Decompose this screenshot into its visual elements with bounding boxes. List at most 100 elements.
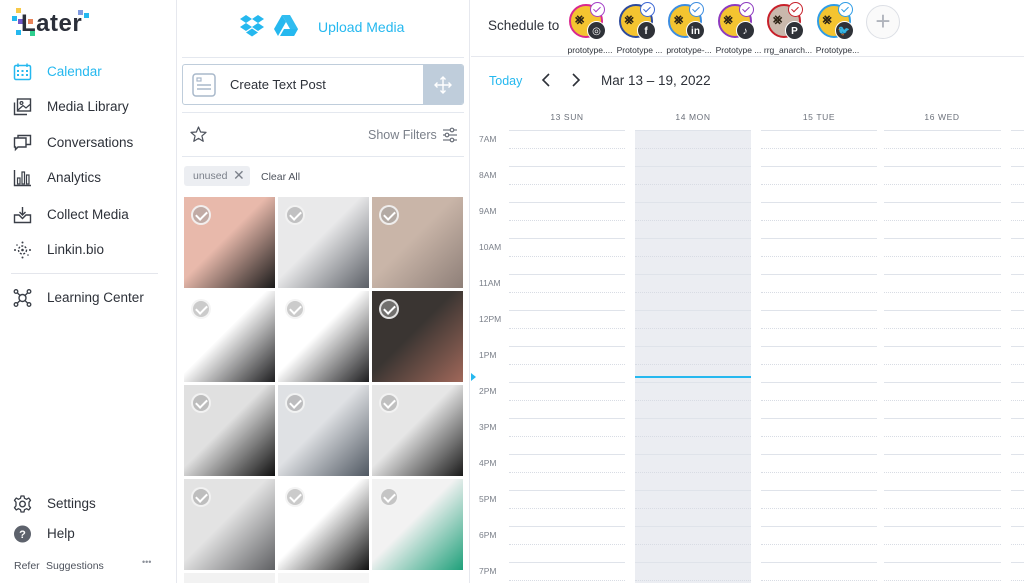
remove-filter-icon[interactable]: ✕ [233, 167, 245, 184]
sidebar-item-linkin-bio[interactable]: Linkin.bio [0, 235, 177, 265]
select-check-icon[interactable] [379, 299, 399, 319]
select-check-icon[interactable] [285, 205, 305, 225]
sidebar-item-label: Media Library [47, 99, 129, 114]
hour-line [761, 130, 877, 131]
avatar-glyph: ⨳ [773, 11, 783, 28]
half-hour-line [1011, 292, 1024, 293]
sidebar-item-label: Conversations [47, 135, 134, 150]
account-linkedin[interactable]: ⨳ in prototype-... [666, 2, 712, 55]
show-filters-button[interactable]: Show Filters [368, 128, 437, 142]
upload-media-button[interactable]: Upload Media [318, 19, 404, 35]
half-hour-line [1011, 220, 1024, 221]
hour-line [509, 526, 625, 527]
select-check-icon[interactable] [379, 205, 399, 225]
facebook-icon: f [636, 21, 656, 40]
suggestions-link[interactable]: Suggestions [46, 560, 104, 572]
filter-sliders-icon[interactable] [442, 127, 458, 143]
create-text-post-button[interactable]: Create Text Post [182, 64, 464, 105]
sidebar-item-conversations[interactable]: Conversations [0, 128, 177, 158]
day-header: 14 MON [675, 112, 711, 122]
hour-line [635, 238, 751, 239]
select-check-icon[interactable] [379, 487, 399, 507]
account-twitter[interactable]: ⨳ 🐦 Prototype... [816, 2, 859, 55]
media-tile[interactable] [278, 385, 369, 476]
account-tiktok[interactable]: ⨳ ♪ Prototype ... [716, 2, 761, 55]
media-tile[interactable] [372, 197, 463, 288]
half-hour-line [761, 472, 877, 473]
half-hour-line [761, 328, 877, 329]
hour-line [509, 418, 625, 419]
today-button[interactable]: Today [489, 74, 522, 88]
half-hour-line [884, 328, 1001, 329]
hour-line [635, 526, 751, 527]
dropbox-icon[interactable] [240, 15, 264, 37]
learning-center-icon [13, 289, 32, 307]
sidebar-item-learning-center[interactable]: Learning Center [0, 283, 177, 313]
media-tile[interactable] [372, 385, 463, 476]
half-hour-line [509, 508, 625, 509]
add-account-button[interactable]: + [866, 5, 900, 39]
half-hour-line [635, 148, 751, 149]
hour-line [635, 490, 751, 491]
media-tile[interactable] [184, 291, 275, 382]
hour-line [884, 274, 1001, 275]
sidebar-item-analytics[interactable]: Analytics [0, 163, 177, 193]
hour-line [884, 310, 1001, 311]
half-hour-line [635, 364, 751, 365]
sidebar-divider [11, 273, 158, 274]
half-hour-line [635, 292, 751, 293]
hour-line [761, 382, 877, 383]
chevron-left-icon[interactable] [541, 73, 551, 87]
drag-handle[interactable] [423, 65, 463, 104]
select-check-icon[interactable] [191, 487, 211, 507]
sidebar-settings[interactable]: Settings [0, 489, 177, 519]
half-hour-line [761, 256, 877, 257]
hour-line [761, 418, 877, 419]
week-grid[interactable]: 7AM 8AM 9AM 10AM 11AM 12PM 1PM 2PM 3PM 4PM 5PM 6PM 7… [471, 130, 1024, 583]
media-tile[interactable] [184, 573, 275, 583]
svg-text:?: ? [19, 529, 26, 541]
refer-link[interactable]: Refer [14, 560, 40, 572]
media-tile[interactable] [184, 479, 275, 570]
select-check-icon[interactable] [379, 393, 399, 413]
hour-line [635, 346, 751, 347]
media-tile[interactable] [278, 573, 369, 583]
hour-line [884, 418, 1001, 419]
media-tile[interactable] [372, 291, 463, 382]
select-check-icon[interactable] [285, 299, 305, 319]
media-tile[interactable] [184, 197, 275, 288]
media-tile[interactable] [278, 479, 369, 570]
account-instagram[interactable]: ⨳ ◎ prototype.... [568, 2, 612, 55]
hour-line [761, 166, 877, 167]
hour-line [1011, 454, 1024, 455]
hour-line [761, 202, 877, 203]
account-name: Prototype... [815, 45, 860, 55]
sidebar-item-media-library[interactable]: Media Library [0, 92, 177, 122]
tiktok-icon: ♪ [735, 21, 755, 40]
more-options-button[interactable]: ••• [142, 557, 151, 567]
media-tile[interactable] [372, 479, 463, 570]
select-check-icon[interactable] [191, 393, 211, 413]
media-tile[interactable] [278, 291, 369, 382]
sidebar-item-collect-media[interactable]: Collect Media [0, 200, 177, 230]
select-check-icon[interactable] [191, 299, 211, 319]
sidebar-item-calendar[interactable]: Calendar [0, 57, 177, 87]
media-tile[interactable] [278, 197, 369, 288]
account-pinterest[interactable]: ⨳ Prrg_anarch... [764, 2, 812, 55]
half-hour-line [635, 508, 751, 509]
half-hour-line [509, 292, 625, 293]
hour-line [1011, 490, 1024, 491]
select-check-icon[interactable] [191, 205, 211, 225]
star-icon[interactable] [190, 126, 207, 143]
clear-all-button[interactable]: Clear All [261, 171, 300, 183]
media-tile[interactable] [184, 385, 275, 476]
account-facebook[interactable]: ⨳ f Prototype ... [617, 2, 662, 55]
google-drive-icon[interactable] [274, 15, 298, 36]
half-hour-line [1011, 508, 1024, 509]
later-logo[interactable]: Later [10, 8, 90, 38]
chevron-right-icon[interactable] [571, 73, 581, 87]
hour-line [1011, 238, 1024, 239]
sidebar-help[interactable]: ? Help [0, 519, 177, 549]
select-check-icon[interactable] [285, 393, 305, 413]
select-check-icon[interactable] [285, 487, 305, 507]
